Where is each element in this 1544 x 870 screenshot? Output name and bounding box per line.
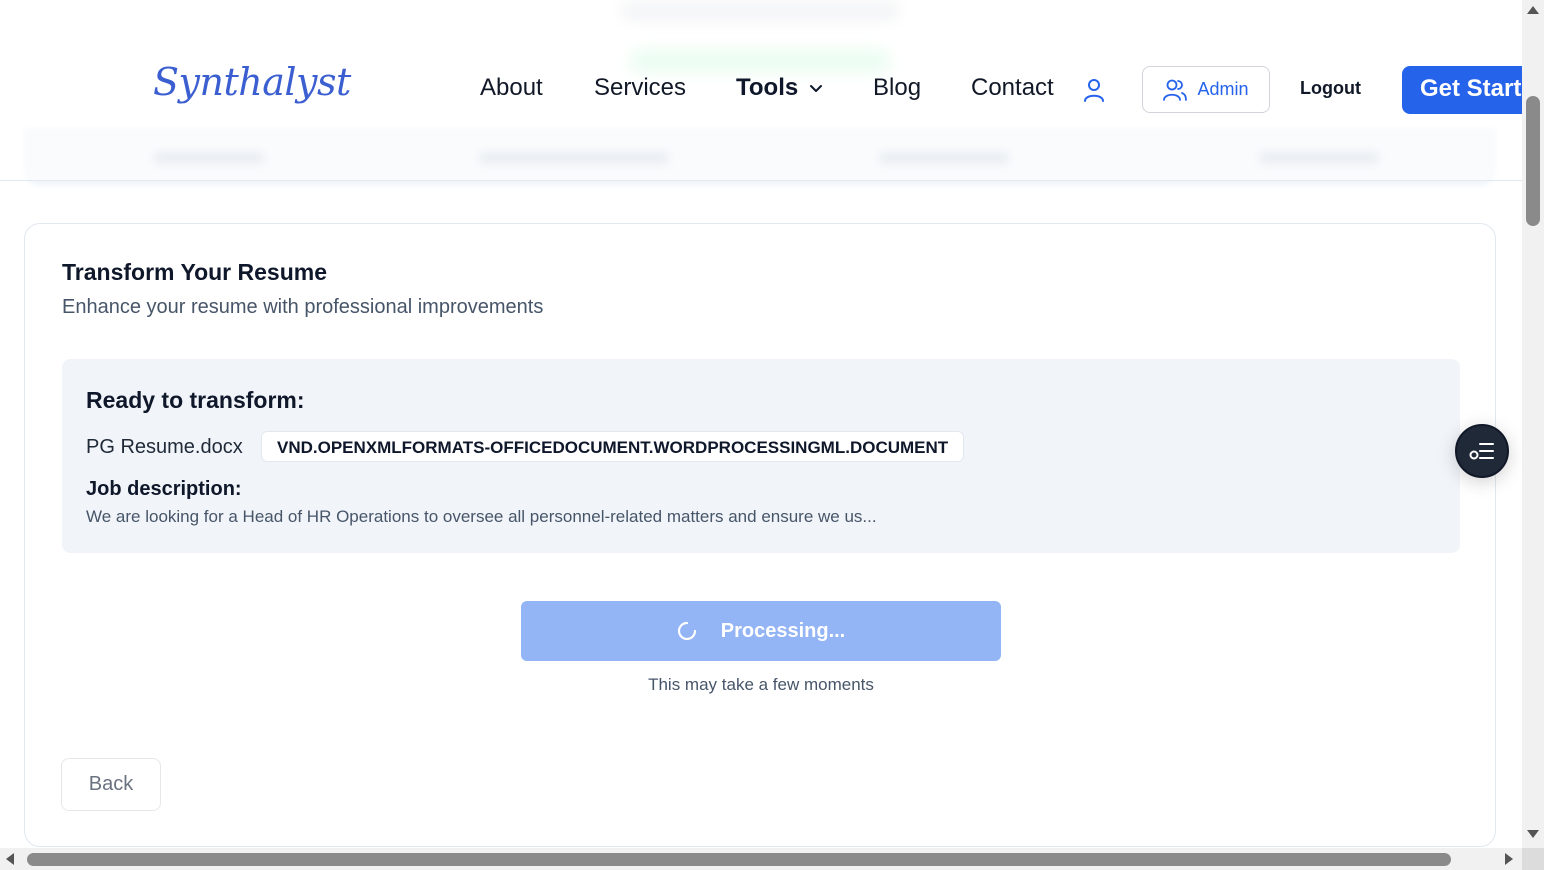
processing-label: Processing... — [720, 619, 846, 642]
transform-card: Transform Your Resume Enhance your resum… — [24, 223, 1496, 847]
nav-blog[interactable]: Blog — [873, 74, 921, 102]
scroll-right-arrow-icon[interactable] — [1505, 853, 1513, 865]
admin-label: Admin — [1197, 79, 1249, 99]
nav-contact[interactable]: Contact — [971, 74, 1054, 102]
chevron-down-icon — [810, 85, 823, 92]
nav-tools[interactable]: Tools — [736, 74, 824, 102]
file-name: PG Resume.docx — [86, 436, 243, 458]
site-header: Synthalyst About Services Tools Blog Con… — [0, 0, 1522, 181]
back-button[interactable]: Back — [61, 758, 161, 811]
user-icon[interactable] — [1083, 78, 1105, 102]
transform-summary: Ready to transform: PG Resume.docx VND.O… — [62, 359, 1460, 553]
horizontal-scroll-thumb[interactable] — [27, 853, 1451, 866]
spinner-icon — [677, 621, 696, 641]
job-description-label: Job description: — [86, 478, 242, 500]
vertical-scroll-thumb[interactable] — [1526, 96, 1540, 226]
vertical-scrollbar[interactable] — [1522, 0, 1544, 848]
card-subtitle: Enhance your resume with professional im… — [62, 296, 544, 318]
floating-action-button[interactable] — [1455, 424, 1509, 478]
scrollbar-corner — [1522, 848, 1544, 870]
scroll-left-arrow-icon[interactable] — [6, 853, 14, 865]
processing-button[interactable]: Processing... — [521, 601, 1001, 661]
nav-services[interactable]: Services — [594, 74, 686, 102]
horizontal-scrollbar[interactable] — [0, 848, 1522, 870]
list-checks-icon — [1469, 443, 1494, 460]
scroll-up-arrow-icon[interactable] — [1527, 6, 1539, 14]
job-description-preview: We are looking for a Head of HR Operatio… — [86, 507, 877, 526]
nav-about[interactable]: About — [480, 74, 543, 102]
users-icon — [1163, 79, 1188, 101]
scroll-down-arrow-icon[interactable] — [1527, 830, 1539, 838]
nav-tools-label: Tools — [736, 74, 799, 101]
admin-button[interactable]: Admin — [1142, 66, 1270, 113]
summary-heading: Ready to transform: — [86, 387, 305, 413]
logout-button[interactable]: Logout — [1300, 78, 1361, 99]
file-type-badge: VND.OPENXMLFORMATS-OFFICEDOCUMENT.WORDPR… — [261, 431, 965, 462]
get-started-button[interactable]: Get Started — [1402, 66, 1522, 114]
processing-hint: This may take a few moments — [648, 675, 874, 694]
logo[interactable]: Synthalyst — [153, 60, 351, 104]
card-title: Transform Your Resume — [62, 259, 328, 285]
